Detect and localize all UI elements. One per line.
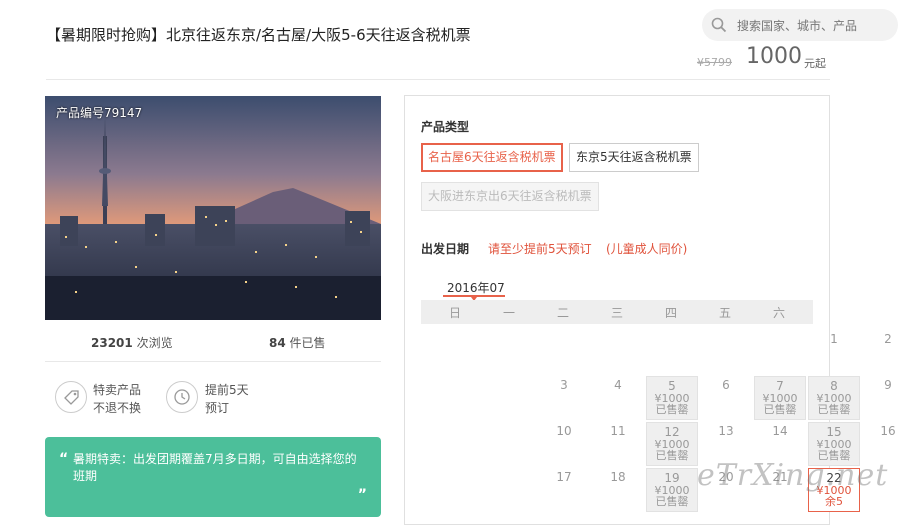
- quote-open-icon: “: [59, 451, 69, 467]
- calendar-day: 1: [808, 330, 860, 374]
- promo-box: “ 暑期特卖：出发团期覆盖7月多日期，可自由选择您的班期 ”: [45, 437, 381, 517]
- calendar-day: 17: [538, 468, 590, 512]
- views-label: 次浏览: [136, 336, 173, 350]
- month-tab[interactable]: 2016年07: [447, 279, 505, 296]
- type-option-osaka-tokyo[interactable]: 大阪进东京出6天往返含税机票: [421, 182, 599, 211]
- product-number: 产品编号79147: [56, 106, 143, 120]
- calendar-day[interactable]: 19 ¥1000 已售罄: [646, 468, 698, 512]
- weekday-label: 六: [772, 306, 785, 320]
- sale-price: 1000: [746, 44, 802, 69]
- sold-stat: 84 件已售: [269, 334, 326, 351]
- day-number: 19: [664, 471, 680, 485]
- day-number: 18: [610, 470, 626, 484]
- day-number: 12: [664, 425, 680, 439]
- views-stat: 23201 次浏览: [91, 334, 173, 351]
- day-number: 7: [776, 379, 784, 393]
- day-number: 17: [556, 470, 572, 484]
- day-number: 1: [830, 332, 838, 346]
- booking-advance-note: 请至少提前5天预订: [488, 242, 592, 256]
- calendar-day[interactable]: 8 ¥1000 已售罄: [808, 376, 860, 420]
- day-number: 15: [826, 425, 842, 439]
- calendar-day[interactable]: 7 ¥1000 已售罄: [754, 376, 806, 420]
- weekday-label: 五: [718, 306, 731, 320]
- calendar-day: 11: [592, 422, 644, 466]
- weekday-label: 四: [664, 306, 677, 320]
- day-number: 8: [830, 379, 838, 393]
- search-box[interactable]: 搜索国家、城市、产品: [702, 9, 898, 41]
- clock-icon: [166, 381, 198, 413]
- calendar-day: 4: [592, 376, 644, 420]
- type-option-tokyo[interactable]: 东京5天往返含税机票: [569, 143, 699, 172]
- product-type-label: 产品类型: [421, 120, 470, 134]
- feature-advance-line2: 预订: [205, 401, 230, 415]
- day-status: 已售罄: [655, 495, 689, 508]
- stats-divider: [45, 361, 381, 362]
- page-title: 【暑期限时抢购】北京往返东京/名古屋/大阪5-6天往返含税机票: [46, 26, 471, 44]
- departure-date-label: 出发日期: [421, 242, 470, 256]
- weekday-label: 三: [610, 306, 623, 320]
- original-price: ¥5799: [697, 56, 732, 69]
- calendar-day: 9: [862, 376, 901, 420]
- day-number: 3: [560, 378, 568, 392]
- tag-icon: [55, 381, 87, 413]
- calendar-day[interactable]: 5 ¥1000 已售罄: [646, 376, 698, 420]
- day-number: 6: [722, 378, 730, 392]
- feature-advance: 提前5天 预订: [205, 381, 249, 417]
- header-divider: [46, 79, 830, 80]
- day-number: 2: [884, 332, 892, 346]
- views-count: 23201: [91, 336, 133, 350]
- day-number: 16: [880, 424, 896, 438]
- search-icon: [711, 17, 727, 33]
- day-status: 已售罄: [817, 403, 851, 416]
- calendar-day: 3: [538, 376, 590, 420]
- price-note: (儿童成人同价): [606, 242, 688, 256]
- calendar-day: 2: [862, 330, 901, 374]
- day-number: 5: [668, 379, 676, 393]
- day-status: 已售罄: [763, 403, 797, 416]
- sold-label: 件已售: [289, 336, 326, 350]
- calendar-day: 10: [538, 422, 590, 466]
- day-status: 已售罄: [655, 403, 689, 416]
- day-status: 余5: [825, 495, 843, 508]
- day-status: 已售罄: [655, 449, 689, 462]
- calendar-day: 6: [700, 376, 752, 420]
- day-number: 13: [718, 424, 734, 438]
- price-unit: 元起: [804, 57, 826, 70]
- type-option-nagoya[interactable]: 名古屋6天往返含税机票: [421, 143, 563, 172]
- day-number: 10: [556, 424, 572, 438]
- day-number: 11: [610, 424, 626, 438]
- sold-count: 84: [269, 336, 286, 350]
- search-placeholder[interactable]: 搜索国家、城市、产品: [737, 17, 857, 34]
- feature-special-line1: 特卖产品: [93, 383, 142, 397]
- weekday-label: 日: [448, 306, 461, 320]
- quote-close-icon: ”: [357, 487, 367, 503]
- weekday-label: 二: [556, 306, 569, 320]
- day-number: 4: [614, 378, 622, 392]
- calendar-day[interactable]: 12 ¥1000 已售罄: [646, 422, 698, 466]
- weekday-label: 一: [502, 306, 515, 320]
- calendar-day: 18: [592, 468, 644, 512]
- day-number: 9: [884, 378, 892, 392]
- feature-special: 特卖产品 不退不换: [93, 381, 141, 417]
- product-photo: [45, 96, 381, 320]
- day-number: 14: [772, 424, 788, 438]
- watermark: eTrXing.net: [697, 458, 889, 493]
- feature-special-line2: 不退不换: [93, 401, 142, 415]
- feature-advance-line1: 提前5天: [205, 383, 249, 397]
- promo-text: 暑期特卖：出发团期覆盖7月多日期，可自由选择您的班期: [73, 452, 357, 483]
